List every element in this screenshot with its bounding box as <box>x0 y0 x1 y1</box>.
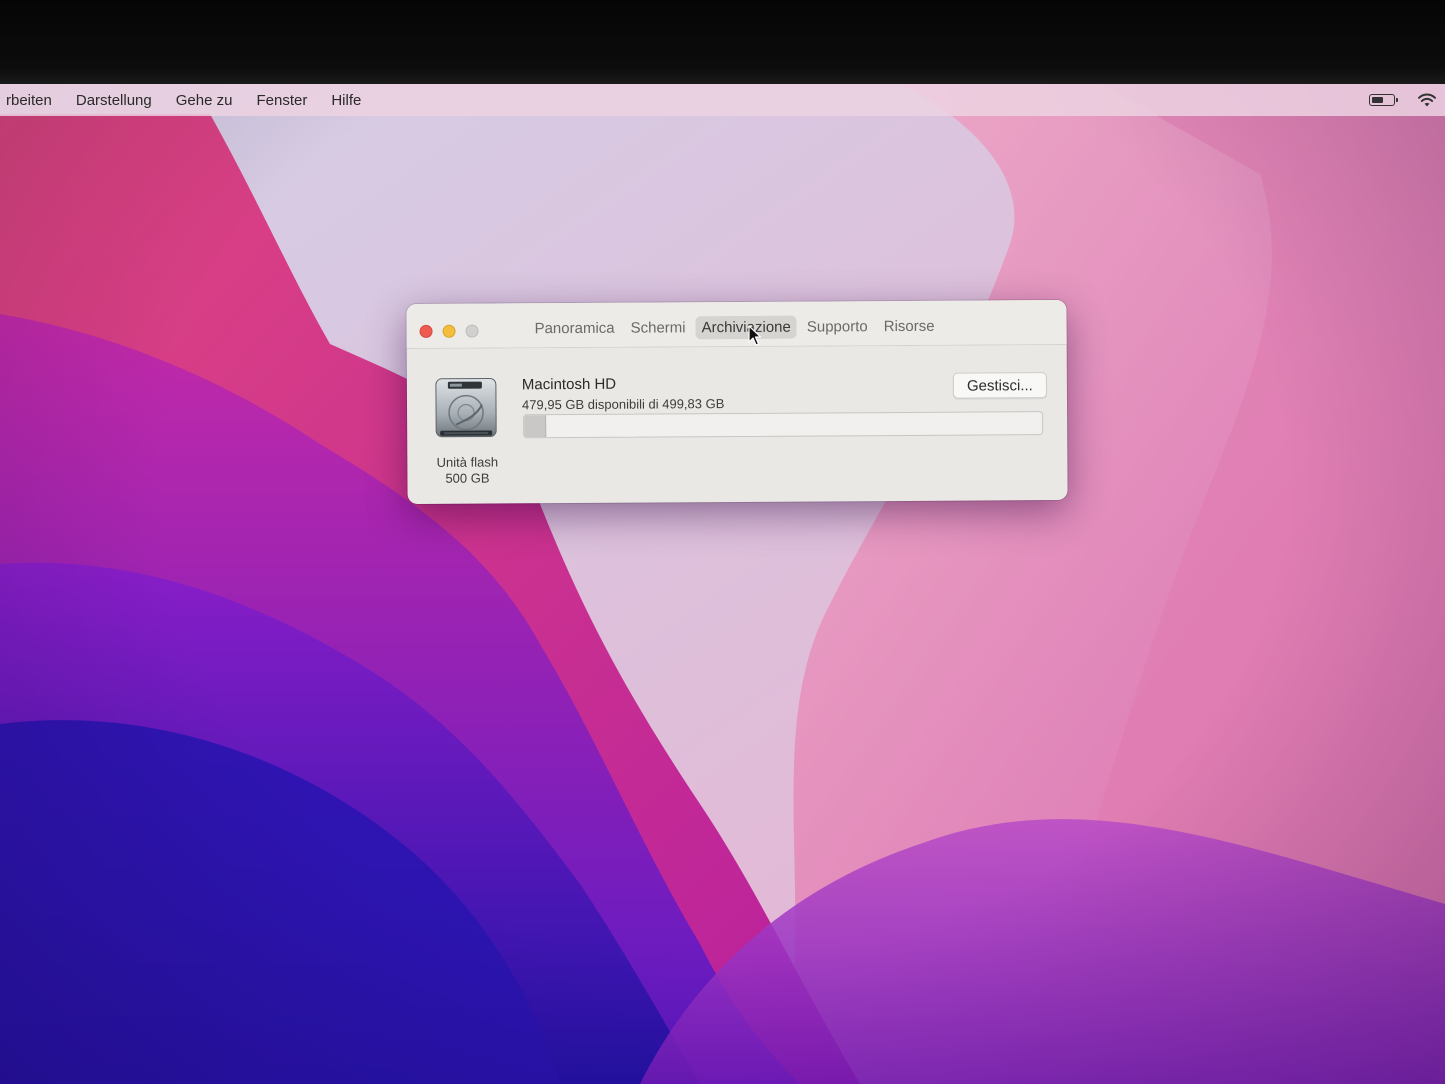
zoom-button <box>465 324 479 338</box>
menu-item-edit[interactable]: rbeiten <box>0 92 64 109</box>
menu-item-window[interactable]: Fenster <box>244 92 319 109</box>
screen: rbeiten Darstellung Gehe zu Fenster Hilf… <box>0 0 1445 1084</box>
disk-type: Unità flash <box>436 454 499 470</box>
tab-displays[interactable]: Schermi <box>625 316 692 339</box>
desktop-wallpaper <box>0 84 1445 1084</box>
tab-resources[interactable]: Risorse <box>878 315 941 338</box>
mouse-pointer-icon <box>748 325 762 346</box>
tab-support[interactable]: Supporto <box>801 315 874 338</box>
menu-item-view[interactable]: Darstellung <box>64 92 164 109</box>
disk-type-label: Unità flash 500 GB <box>415 454 519 487</box>
storage-usage-bar <box>523 411 1044 439</box>
manage-button[interactable]: Gestisci... <box>952 372 1047 399</box>
disk-size: 500 GB <box>445 470 490 486</box>
battery-half-icon[interactable] <box>1369 94 1398 106</box>
menu-bar: rbeiten Darstellung Gehe zu Fenster Hilf… <box>0 84 1445 116</box>
tab-bar: Panoramica Schermi Archiviazione Support… <box>528 315 940 341</box>
minimize-button[interactable] <box>442 324 456 338</box>
status-area <box>1369 84 1437 116</box>
menu-item-help[interactable]: Hilfe <box>319 92 373 109</box>
storage-used-fill <box>524 415 546 438</box>
close-button[interactable] <box>419 324 433 338</box>
about-this-mac-window: Panoramica Schermi Archiviazione Support… <box>406 299 1068 505</box>
display-bezel <box>0 0 1445 84</box>
wallpaper-waves <box>0 84 1445 1084</box>
tab-storage[interactable]: Archiviazione <box>695 315 797 340</box>
hard-drive-icon <box>434 374 498 442</box>
window-titlebar: Panoramica Schermi Archiviazione Support… <box>406 299 1067 350</box>
storage-panel: Unità flash 500 GB Macintosh HD 479,95 G… <box>407 345 1068 504</box>
tab-overview[interactable]: Panoramica <box>528 317 620 341</box>
wifi-icon[interactable] <box>1417 92 1437 108</box>
disk-availability: 479,95 GB disponibili di 499,83 GB <box>521 396 725 413</box>
menu-item-go[interactable]: Gehe zu <box>164 92 245 109</box>
disk-name: Macintosh HD <box>521 375 617 394</box>
